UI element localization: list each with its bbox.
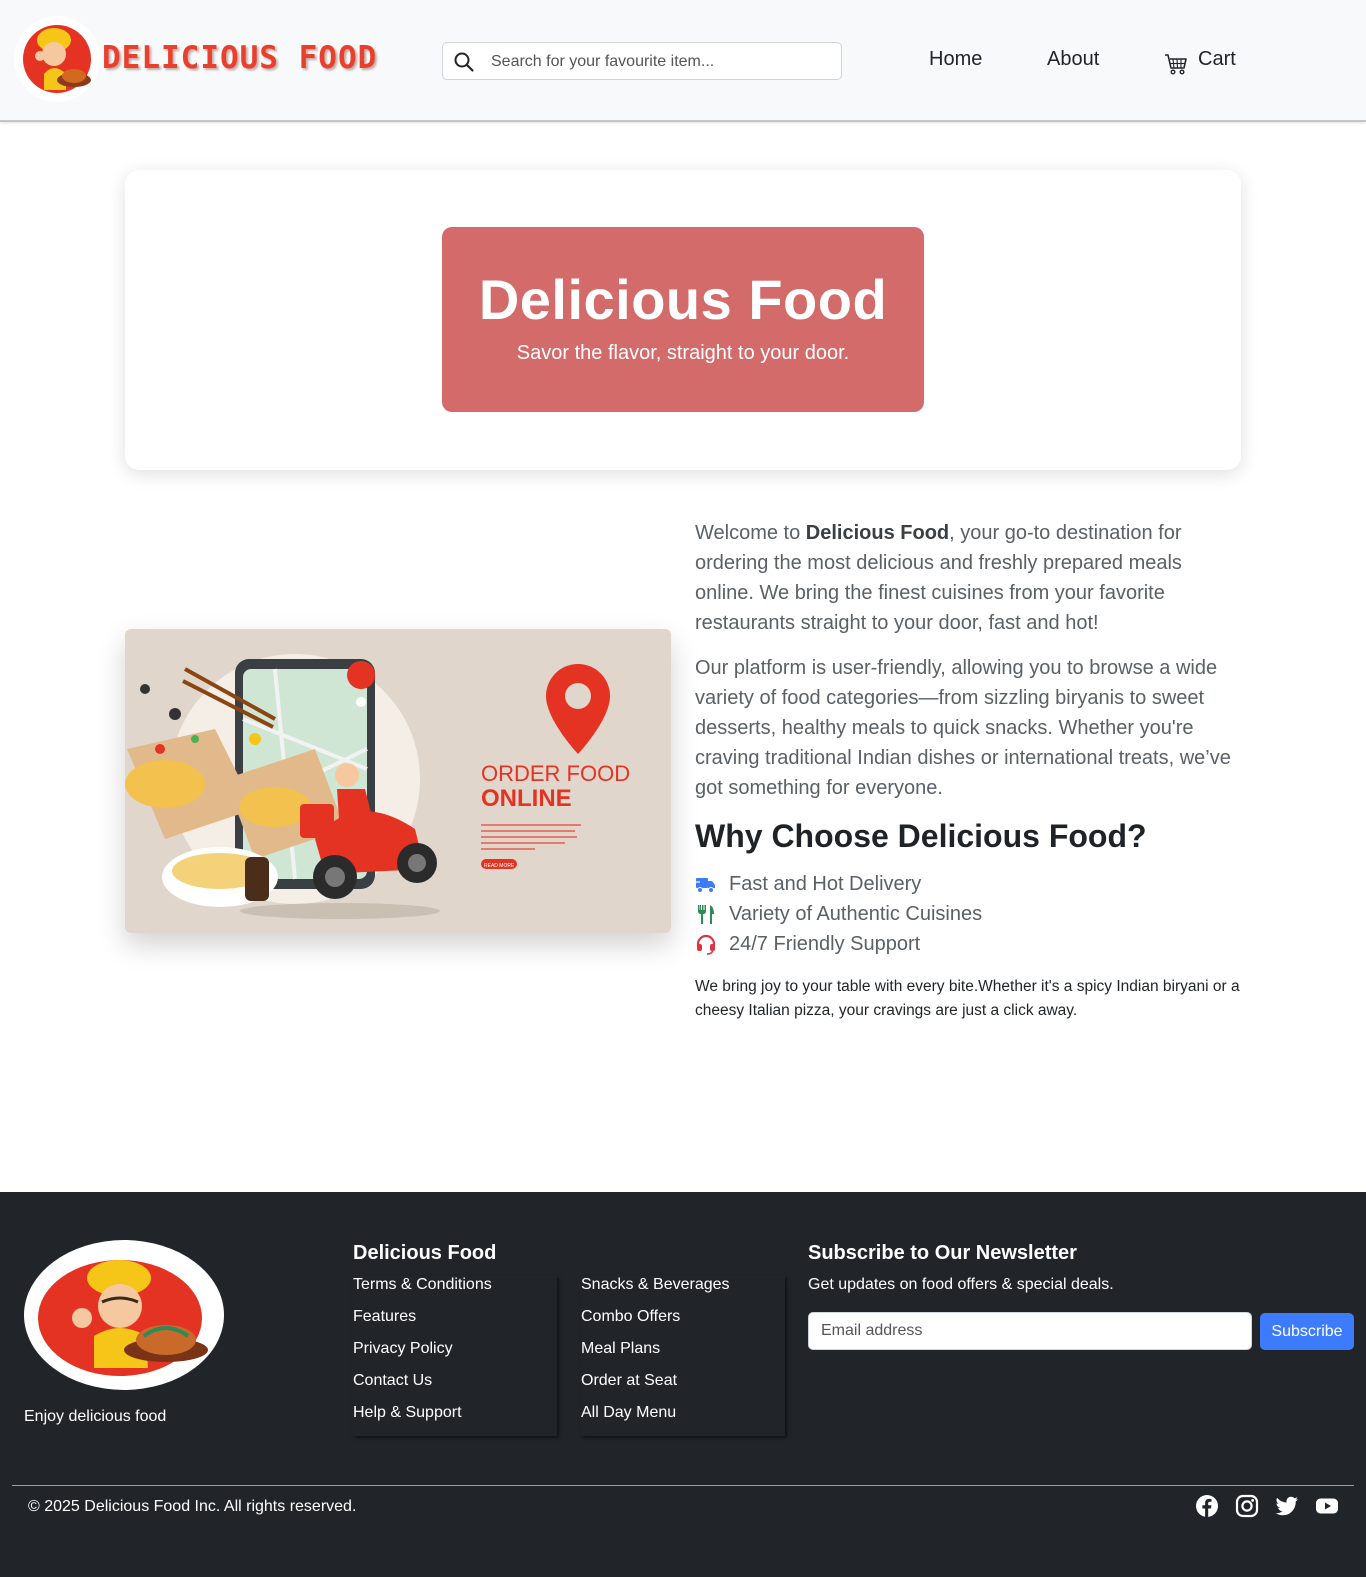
footer-divider [12,1485,1354,1486]
twitter-icon[interactable] [1275,1494,1299,1518]
footer-chef-logo [24,1240,224,1390]
newsletter-description: Get updates on food offers & special dea… [808,1276,1114,1293]
subscribe-button[interactable]: Subscribe [1260,1313,1354,1350]
brand-name[interactable]: DELICIOUS FOOD [102,40,377,76]
navbar: DELICIOUS FOOD Home About Cart [0,0,1366,122]
food-delivery-artwork: ORDER FOOD ONLINE READ MORE [125,654,630,919]
nav-cart[interactable]: Cart [1198,48,1236,71]
footer-links-column-2: Snacks & Beverages Combo Offers Meal Pla… [581,1276,785,1436]
newsletter-title: Subscribe to Our Newsletter [808,1242,1077,1264]
list-item: Privacy Policy [353,1340,557,1372]
nav-home[interactable]: Home [929,48,982,71]
feature-label: 24/7 Friendly Support [729,932,921,955]
instagram-icon[interactable] [1235,1494,1259,1518]
footer: Enjoy delicious food Delicious Food Term… [0,1192,1366,1577]
list-item: Combo Offers [581,1308,785,1340]
order-food-online-illustration: ORDER FOOD ONLINE READ MORE [125,629,671,933]
feature-label: Fast and Hot Delivery [729,872,922,895]
hero-subtitle: Savor the flavor, straight to your door. [516,342,850,364]
list-item: Meal Plans [581,1340,785,1372]
search-bar [442,42,842,80]
footer-link-help[interactable]: Help & Support [353,1404,462,1421]
footer-tagline: Enjoy delicious food [24,1408,167,1425]
intro-brand-name: Delicious Food [805,522,950,544]
footer-link-order-seat[interactable]: Order at Seat [581,1372,677,1389]
youtube-icon[interactable] [1315,1494,1339,1518]
utensils-icon [698,905,714,924]
about-section: Welcome to Delicious Food, your go-to de… [695,518,1245,1023]
list-item: Features [353,1308,557,1340]
copyright-text: © 2025 Delicious Food Inc. All rights re… [28,1498,357,1515]
footer-links-title: Delicious Food [353,1242,497,1264]
hero-card: Delicious Food Savor the flavor, straigh… [125,170,1241,470]
feature-fast-delivery: Fast and Hot Delivery [695,869,1245,899]
footer-link-privacy[interactable]: Privacy Policy [353,1340,453,1357]
search-icon[interactable] [453,51,475,73]
why-choose-heading: Why Choose Delicious Food? [695,818,1147,854]
truck-icon [695,878,715,893]
illustration-heading-1: ORDER FOOD [481,761,630,786]
hero-title: Delicious Food [478,268,888,331]
list-item: Terms & Conditions [353,1276,557,1308]
list-item: Order at Seat [581,1372,785,1404]
list-item: Help & Support [353,1404,557,1436]
footer-link-features[interactable]: Features [353,1308,416,1325]
feature-label: Variety of Authentic Cuisines [729,902,983,925]
chef-logo[interactable] [14,16,100,102]
nav-about[interactable]: About [1047,48,1099,71]
newsletter-email-input[interactable] [808,1312,1252,1350]
feature-authentic-cuisines: Variety of Authentic Cuisines [695,899,1245,929]
platform-paragraph: Our platform is user-friendly, allowing … [695,657,1231,799]
hero-banner: Delicious Food Savor the flavor, straigh… [442,227,924,412]
facebook-icon[interactable] [1195,1494,1219,1518]
list-item: Snacks & Beverages [581,1276,785,1308]
list-item: All Day Menu [581,1404,785,1436]
search-input[interactable] [491,49,831,75]
footer-links-column-1: Terms & Conditions Features Privacy Poli… [353,1276,557,1436]
closing-text: We bring joy to your table with every bi… [695,978,1240,1019]
intro-paragraph: Welcome to Delicious Food, your go-to de… [695,522,1182,634]
cart-icon[interactable] [1164,52,1188,76]
footer-link-terms[interactable]: Terms & Conditions [353,1276,492,1293]
footer-link-combo[interactable]: Combo Offers [581,1308,680,1325]
list-item: Contact Us [353,1372,557,1404]
headset-icon [696,934,716,955]
footer-link-all-day[interactable]: All Day Menu [581,1404,676,1421]
illustration-heading-2: ONLINE [481,785,572,812]
footer-link-meal-plans[interactable]: Meal Plans [581,1340,660,1357]
feature-support: 24/7 Friendly Support [695,929,1245,959]
footer-link-snacks[interactable]: Snacks & Beverages [581,1276,730,1293]
footer-link-contact[interactable]: Contact Us [353,1372,432,1389]
illustration-read-more: READ MORE [484,863,515,869]
